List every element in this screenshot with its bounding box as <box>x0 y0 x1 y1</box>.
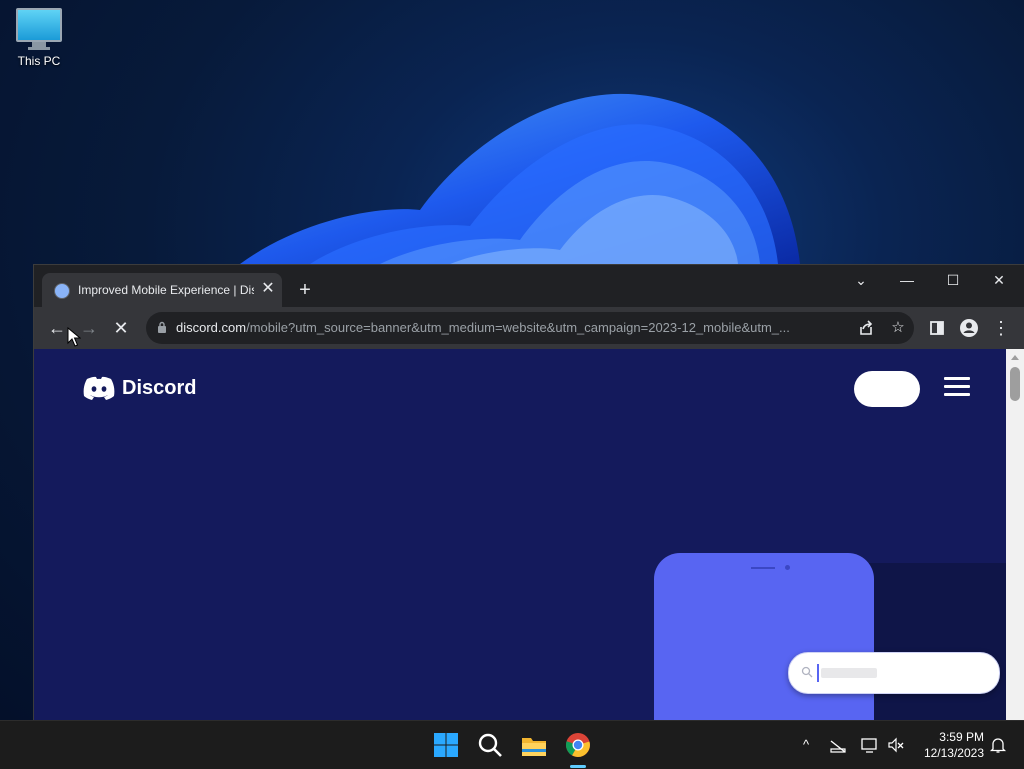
maximize-button[interactable]: ☐ <box>930 265 976 295</box>
clock-date: 12/13/2023 <box>923 746 984 760</box>
loading-favicon-icon <box>54 283 70 299</box>
lock-icon <box>158 321 166 333</box>
search-icon[interactable] <box>474 729 506 761</box>
search-bar-illustration <box>788 652 1000 694</box>
search-icon <box>801 666 813 678</box>
stop-loading-button[interactable]: ✕ <box>108 315 134 341</box>
chrome-icon[interactable] <box>562 729 594 761</box>
url-path: /mobile?utm_source=banner&utm_medium=web… <box>246 320 790 335</box>
share-icon[interactable] <box>854 316 878 340</box>
browser-window: Improved Mobile Experience | Discord ✕ +… <box>33 264 1024 722</box>
close-window-button[interactable]: ✕ <box>976 265 1022 295</box>
tab-title: Improved Mobile Experience | Discord <box>78 283 254 297</box>
display-icon[interactable] <box>860 735 880 755</box>
volume-muted-icon[interactable] <box>886 735 906 755</box>
bookmark-star-icon[interactable]: ☆ <box>886 316 910 340</box>
start-icon[interactable] <box>430 729 462 761</box>
taskbar: ^ 3:59 PM 12/13/2023 <box>0 720 1024 769</box>
computer-icon <box>8 8 70 50</box>
discord-clyde-icon <box>83 376 115 400</box>
side-panel-icon[interactable] <box>924 315 950 341</box>
tab-strip: Improved Mobile Experience | Discord ✕ +… <box>34 265 1024 307</box>
network-disconnected-icon[interactable] <box>828 735 848 755</box>
phone-speaker <box>751 567 775 569</box>
tab-discord[interactable]: Improved Mobile Experience | Discord ✕ <box>42 273 282 307</box>
desktop-icon-label: This PC <box>17 54 61 68</box>
hamburger-menu-icon[interactable] <box>944 377 970 399</box>
address-bar[interactable]: discord.com/mobile?utm_source=banner&utm… <box>146 312 914 344</box>
tab-search-button[interactable]: ⌄ <box>838 265 884 295</box>
placeholder-bar <box>821 668 877 678</box>
clock-time: 3:59 PM <box>939 730 984 744</box>
scrollbar-thumb[interactable] <box>1010 367 1020 401</box>
scroll-up-arrow-icon[interactable] <box>1011 355 1019 360</box>
desktop-icon-this-pc[interactable]: This PC <box>8 8 70 68</box>
notification-bell-icon[interactable] <box>988 735 1008 755</box>
new-tab-button[interactable]: + <box>294 279 316 301</box>
profile-icon[interactable] <box>956 315 982 341</box>
url-host: discord.com <box>176 320 247 335</box>
system-clock[interactable]: 3:59 PM 12/13/2023 <box>912 729 984 761</box>
tray-chevron-icon[interactable]: ^ <box>796 735 816 755</box>
browser-toolbar: ← → ✕ discord.com/mobile?utm_source=bann… <box>34 307 1024 349</box>
web-page: Discord <box>34 349 1006 721</box>
phone-camera <box>785 565 790 570</box>
minimize-button[interactable]: — <box>884 265 930 295</box>
file-explorer-icon[interactable] <box>518 729 550 761</box>
login-button[interactable] <box>854 371 920 407</box>
page-scrollbar[interactable] <box>1006 349 1024 721</box>
discord-wordmark: Discord <box>122 377 197 399</box>
text-caret <box>817 664 819 682</box>
phone-illustration <box>654 553 874 721</box>
chrome-menu-button[interactable]: ⋮ <box>988 315 1014 341</box>
mouse-cursor-icon <box>67 327 81 347</box>
url-text: discord.com/mobile?utm_source=banner&utm… <box>176 320 844 335</box>
tab-close-icon[interactable]: ✕ <box>260 279 276 299</box>
